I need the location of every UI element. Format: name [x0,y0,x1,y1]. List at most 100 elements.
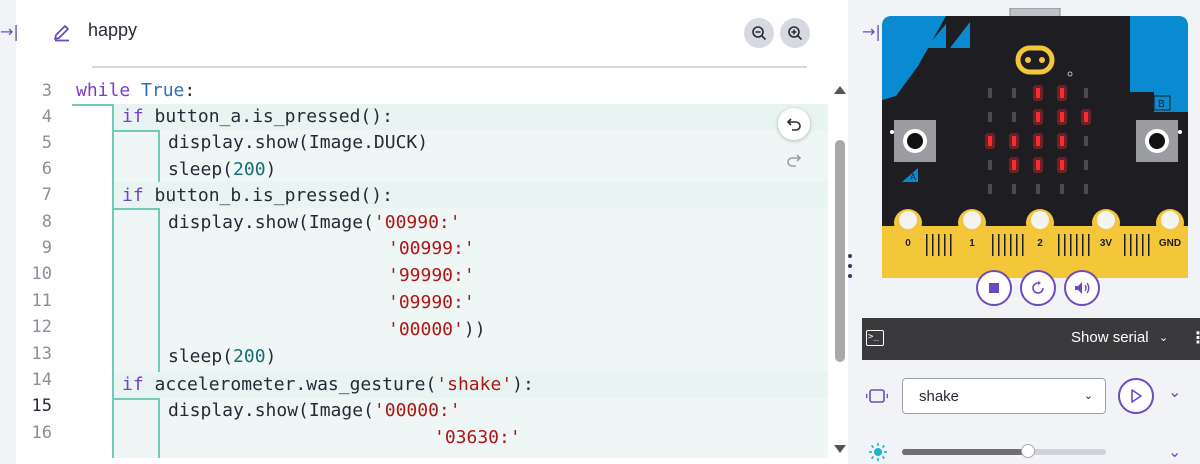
indent-guide [112,398,160,400]
zoom-out-icon [752,26,767,41]
line-number: 16 [31,423,52,443]
line-number: 9 [41,238,52,258]
led-off [988,88,992,98]
edge-connector-strip [1076,234,1078,256]
edge-connector-strip [1124,234,1126,256]
edge-connector-strip [1142,234,1144,256]
code-line[interactable]: if button_b.is_pressed(): [122,183,393,209]
string-literal: '03630:' [434,427,521,448]
more-options-icon[interactable]: ⋮ [1190,328,1200,347]
line-number: 8 [41,212,52,232]
light-level-icon [869,443,887,461]
led-on [1060,136,1064,146]
keyword: while [76,80,131,101]
gesture-value: shake [919,388,960,405]
led-on [1060,88,1064,98]
pin-hole [899,211,917,229]
redo-icon [787,154,802,167]
code-token: display.show(Image( [168,212,374,233]
led-off [988,184,992,194]
button-b-label: B [1158,99,1165,110]
project-name[interactable]: happy [88,20,137,41]
zoom-out-button[interactable] [744,18,774,48]
microbit-board: A B 0 1 2 3V GND [882,8,1188,278]
reset-button[interactable] [1020,270,1056,306]
editor-scrollbar-thumb[interactable] [835,140,845,362]
code-line[interactable]: sleep(200) [168,344,276,370]
pin-label: 2 [1037,238,1043,249]
led-off [988,160,992,170]
undo-icon [786,118,801,131]
zoom-in-button[interactable] [780,18,810,48]
indent-guide [72,104,114,106]
edge-connector-strip [1082,234,1084,256]
edge-connector-strip [932,234,934,256]
collapse-simulator-icon[interactable]: →| [862,22,881,41]
string-literal: '00000:' [373,400,461,421]
edge-connector-strip [1016,234,1018,256]
show-serial-toggle[interactable]: Show serial [1071,329,1149,346]
code-line[interactable]: '99990:' [388,263,475,289]
code-line[interactable]: display.show(Image.DUCK) [168,130,428,156]
code-line[interactable]: sleep(200) [168,157,276,183]
redo-button[interactable] [780,146,808,174]
code-line[interactable]: if accelerometer.was_gesture('shake'): [122,372,534,398]
indent-guide [112,130,160,132]
edge-connector-strip [938,234,940,256]
scroll-up-arrow[interactable] [834,86,846,94]
sound-icon [1075,282,1090,294]
indent-guide [158,398,160,458]
rename-pencil-icon[interactable] [52,22,72,42]
code-line[interactable]: '00000')) [388,317,486,343]
number-literal: 200 [233,346,266,367]
edge-connector-strip [950,234,952,256]
string-literal: '09990:' [388,292,475,313]
code-line[interactable]: display.show(Image('00000:' [168,398,461,424]
line-number: 3 [41,81,52,101]
led-off [1060,184,1064,194]
led-on [1036,160,1040,170]
code-line[interactable]: while True: [76,78,195,104]
gesture-select[interactable]: shake ⌄ [902,378,1106,414]
indent-guide [158,208,160,372]
edge-connector-strip [1088,234,1090,256]
number-literal: 200 [233,159,266,180]
line-number: 14 [31,370,52,390]
code-token: ) [265,346,277,367]
expand-chevron-icon[interactable]: ⌄ [1168,382,1181,401]
pin-hole [1031,211,1049,229]
edge-connector-strip [944,234,946,256]
chevron-down-icon[interactable]: ⌄ [1159,331,1168,344]
code-line[interactable]: display.show(Image('00990:' [168,210,461,236]
line-number: 7 [41,185,52,205]
undo-button[interactable] [778,108,810,140]
code-line[interactable]: '00999:' [388,236,475,262]
led-on [1036,112,1040,122]
led-off [1012,184,1016,194]
keyword: True [141,80,185,101]
edge-connector-strip [1004,234,1006,256]
scroll-down-arrow[interactable] [834,445,846,453]
terminal-icon: >_ [866,330,884,346]
stop-icon [989,283,999,293]
send-gesture-button[interactable] [1118,378,1154,414]
led-on [1036,136,1040,146]
expand-chevron-icon[interactable]: ⌄ [1168,442,1181,461]
mute-button[interactable] [1064,270,1100,306]
code-line[interactable]: if button_a.is_pressed(): [122,104,393,130]
code-line[interactable]: '03630:' [434,425,521,451]
line-number-active: 15 [31,396,52,416]
serial-bar [862,318,1200,360]
light-level-slider[interactable] [902,444,1106,458]
indent-guide [158,130,160,182]
code-token: accelerometer.was_gesture( [154,374,437,395]
stop-button[interactable] [976,270,1012,306]
expand-sidebar-icon[interactable]: →| [0,22,19,41]
line-number: 13 [31,344,52,364]
zoom-in-icon [788,26,803,41]
edge-connector-strip [1130,234,1132,256]
pin-label: 3V [1100,238,1113,249]
string-literal: '00990:' [373,212,461,233]
slider-thumb[interactable] [1021,444,1036,458]
code-line[interactable]: '09990:' [388,290,475,316]
